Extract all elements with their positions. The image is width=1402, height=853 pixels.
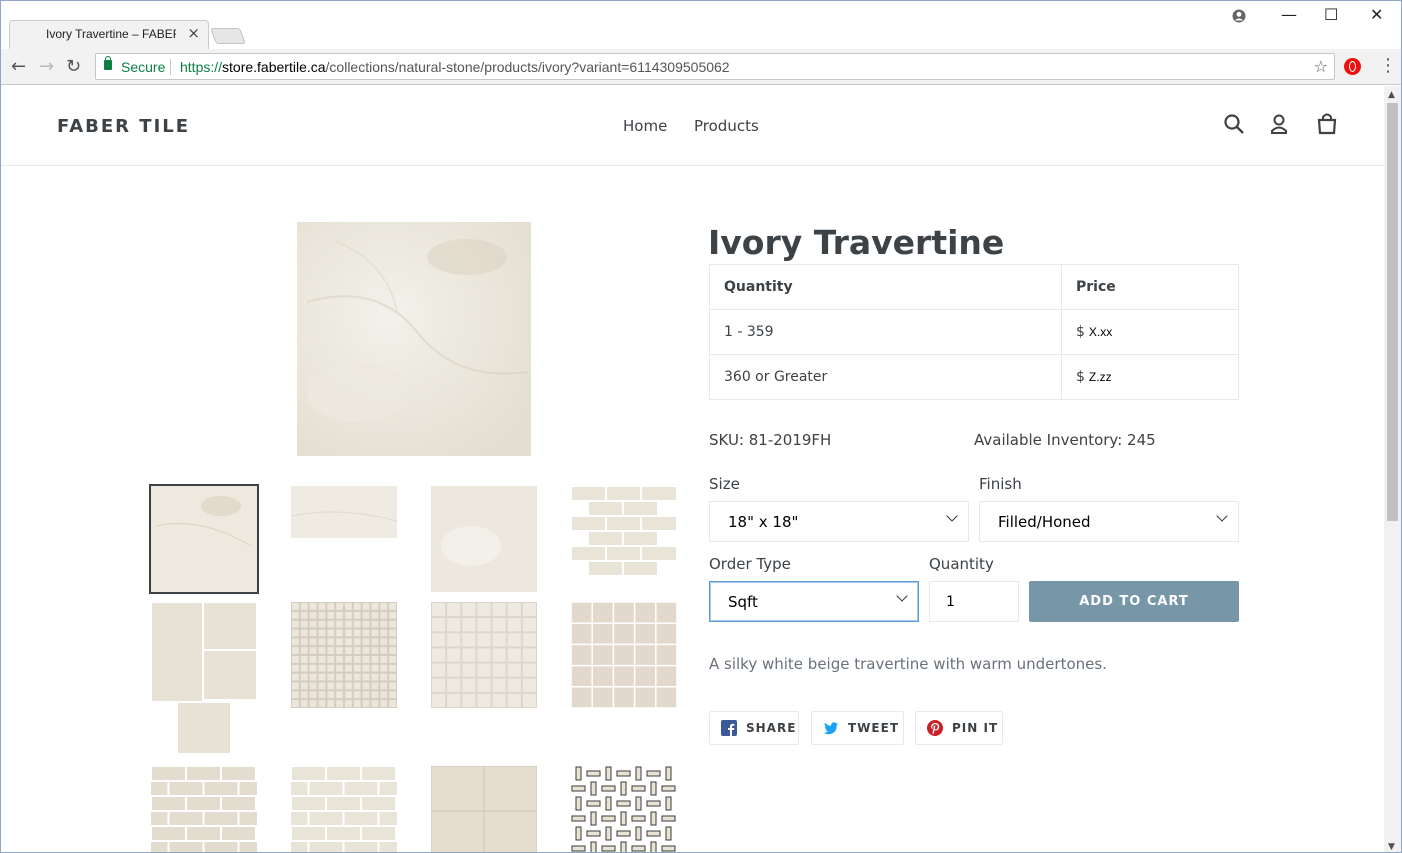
url-scheme: https://	[180, 59, 223, 75]
thumbnail-10[interactable]	[291, 766, 397, 853]
price-table-header: Quantity Price	[709, 264, 1239, 310]
currency-symbol: $	[1076, 369, 1085, 385]
chevron-down-icon	[946, 510, 958, 522]
thumbnail-7[interactable]	[431, 602, 537, 708]
bookmark-star-icon[interactable]: ☆	[1314, 57, 1328, 76]
quantity-input[interactable]: 1	[929, 581, 1019, 622]
finish-label: Finish	[979, 475, 1022, 493]
thumbnail-8[interactable]	[571, 602, 677, 708]
price-table: Quantity Price 1 - 359 $ X.xx 360 or Grea…	[709, 264, 1239, 400]
thumbnail-3[interactable]	[431, 486, 537, 592]
forward-icon[interactable]: →	[39, 56, 54, 77]
price-table-header-quantity: Quantity	[709, 264, 1062, 310]
thumbnail-1[interactable]	[149, 484, 259, 594]
browser-toolbar: ← → ↻ Secure https://store.fabertile.ca/…	[1, 49, 1401, 85]
thumbnail-4[interactable]	[571, 486, 677, 576]
profile-icon[interactable]	[1232, 9, 1246, 23]
thumbnail-6[interactable]	[291, 602, 397, 708]
page-viewport: FABER TILE Home Products Ivory Travertin…	[1, 86, 1384, 853]
back-icon[interactable]: ←	[11, 56, 26, 77]
thumbnail-9[interactable]	[151, 766, 257, 853]
finish-select[interactable]: Filled/Honed	[979, 501, 1239, 542]
table-row: 360 or Greater $ Z.zz	[709, 354, 1239, 400]
minimize-icon[interactable]: —	[1281, 5, 1297, 24]
lock-icon	[104, 56, 112, 70]
price-amount: X.xx	[1088, 325, 1113, 339]
opera-extension-icon[interactable]	[1344, 58, 1361, 75]
address-separator	[170, 59, 171, 75]
url-path: /collections/natural-stone/products/ivor…	[325, 59, 730, 75]
table-row: 1 - 359 $ X.xx	[709, 309, 1239, 355]
twitter-icon	[823, 722, 838, 735]
quantity-label: Quantity	[929, 555, 994, 573]
nav-products[interactable]: Products	[694, 117, 759, 135]
account-icon[interactable]	[1270, 113, 1288, 135]
price-tier-price: $ X.xx	[1061, 309, 1239, 355]
close-window-icon[interactable]: ✕	[1370, 5, 1383, 24]
product-main-image[interactable]	[297, 222, 531, 456]
price-tier-price: $ Z.zz	[1061, 354, 1239, 400]
price-table-header-price: Price	[1061, 264, 1239, 310]
share-twitter-button[interactable]: TWEET	[811, 711, 904, 745]
sku-text: SKU: 81-2019FH	[709, 431, 832, 449]
scroll-down-arrow-icon[interactable]: ▼	[1388, 842, 1395, 852]
product-title: Ivory Travertine	[708, 223, 1005, 262]
currency-symbol: $	[1076, 324, 1085, 340]
site-header: FABER TILE Home Products	[1, 86, 1384, 166]
chevron-down-icon	[896, 590, 908, 602]
browser-tab[interactable]: Ivory Travertine – FABER TILE ×	[9, 20, 209, 49]
price-tier-quantity: 360 or Greater	[709, 354, 1062, 400]
thumbnail-5[interactable]	[151, 602, 257, 754]
thumbnail-2[interactable]	[291, 486, 397, 538]
add-to-cart-button[interactable]: ADD TO CART	[1029, 581, 1239, 622]
tweet-label: TWEET	[848, 721, 900, 735]
url-host: store.fabertile.ca	[222, 59, 326, 75]
size-select-value: 18" x 18"	[728, 513, 799, 531]
site-logo[interactable]: FABER TILE	[57, 116, 190, 137]
facebook-icon	[721, 720, 737, 736]
share-label: SHARE	[746, 721, 797, 735]
browser-window: Ivory Travertine – FABER TILE × — ☐ ✕ ← …	[0, 0, 1402, 853]
pinterest-icon	[927, 720, 943, 736]
product-description: A silky white beige travertine with warm…	[709, 655, 1107, 673]
size-select[interactable]: 18" x 18"	[709, 501, 969, 542]
nav-home[interactable]: Home	[623, 117, 667, 135]
thumbnail-11[interactable]	[431, 766, 537, 853]
security-label: Secure	[121, 59, 166, 75]
address-bar[interactable]: Secure https://store.fabertile.ca/collec…	[95, 53, 1335, 80]
browser-menu-icon[interactable]: ⋮	[1379, 55, 1397, 76]
share-pinterest-button[interactable]: PIN IT	[915, 711, 1003, 745]
tab-title: Ivory Travertine – FABER TILE	[46, 27, 176, 41]
pin-it-label: PIN IT	[952, 721, 999, 735]
cart-icon[interactable]	[1316, 112, 1338, 136]
order-type-select-value: Sqft	[728, 593, 758, 611]
search-icon[interactable]	[1224, 113, 1244, 135]
finish-select-value: Filled/Honed	[998, 513, 1091, 531]
inventory-text: Available Inventory: 245	[974, 431, 1156, 449]
chevron-down-icon	[1216, 510, 1228, 522]
scroll-up-arrow-icon[interactable]: ▲	[1388, 90, 1395, 100]
page-scrollbar[interactable]: ▲ ▼	[1384, 86, 1401, 852]
new-tab-button[interactable]	[210, 28, 246, 44]
price-tier-quantity: 1 - 359	[709, 309, 1062, 355]
url-text[interactable]: https://store.fabertile.ca/collections/n…	[180, 59, 730, 75]
scrollbar-thumb[interactable]	[1387, 103, 1398, 521]
order-type-label: Order Type	[709, 555, 791, 573]
reload-icon[interactable]: ↻	[66, 56, 81, 77]
share-facebook-button[interactable]: SHARE	[709, 711, 799, 745]
order-type-select[interactable]: Sqft	[709, 581, 919, 622]
price-amount: Z.zz	[1088, 370, 1112, 384]
browser-titlebar: Ivory Travertine – FABER TILE × — ☐ ✕	[1, 1, 1401, 49]
thumbnail-12[interactable]	[571, 766, 677, 853]
maximize-icon[interactable]: ☐	[1324, 5, 1338, 24]
size-label: Size	[709, 475, 740, 493]
tab-close-icon[interactable]: ×	[187, 24, 200, 42]
